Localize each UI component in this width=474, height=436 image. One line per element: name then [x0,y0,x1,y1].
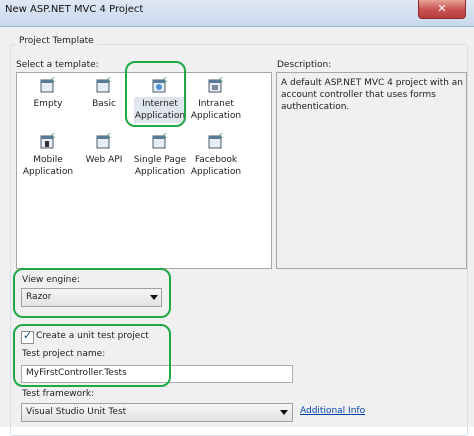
view-engine-highlight [13,268,171,318]
close-button[interactable]: ✕ [418,0,466,19]
test-framework-value: Visual Studio Unit Test [26,407,127,417]
test-framework-label: Test framework: [22,389,95,399]
title-bar: New ASP.NET MVC 4 Project ✕ [0,0,474,27]
template-tile-single-page-application[interactable]: C# Single Page Application [131,131,189,185]
template-tile-mobile-application[interactable]: C# Mobile Application [19,131,77,185]
svg-text:C#: C# [219,133,224,140]
intranet-app-icon: C# [208,77,224,93]
template-label: Web API [85,155,123,165]
template-tile-intranet-application[interactable]: C# Intranet Application [187,75,245,129]
facebook-app-icon: C# [208,133,224,149]
svg-text:C#: C# [163,133,168,140]
group-title: Project Template [16,36,97,46]
template-tile-empty[interactable]: C# Empty [19,75,77,129]
select-template-label: Select a template: [16,60,99,70]
template-label: Empty [33,99,63,109]
template-tile-facebook-application[interactable]: C# Facebook Application [187,131,245,185]
window-title: New ASP.NET MVC 4 Project [5,4,144,15]
template-label: Intranet Application [190,99,242,121]
spa-icon: C# [152,133,168,149]
description-text: A default ASP.NET MVC 4 project with an … [281,78,464,112]
unit-test-highlight [13,324,171,387]
svg-text:C#: C# [51,133,56,140]
basic-project-icon: C# [96,77,112,93]
template-tile-web-api[interactable]: C# Web API [75,131,133,185]
template-label: Single Page Application [133,155,187,177]
chevron-down-icon [280,410,288,415]
svg-text:C#: C# [51,77,56,84]
web-api-icon: C# [96,133,112,149]
internet-application-highlight [125,61,186,127]
additional-info-link[interactable]: Additional Info [300,406,365,416]
description-box: A default ASP.NET MVC 4 project with an … [276,72,467,269]
svg-text:C#: C# [219,77,224,84]
svg-text:C#: C# [107,77,112,84]
template-label: Mobile Application [22,155,74,177]
svg-text:C#: C# [107,133,112,140]
test-framework-dropdown[interactable]: Visual Studio Unit Test [21,403,293,422]
close-icon: ✕ [437,2,447,15]
empty-project-icon: C# [40,77,56,93]
template-label: Facebook Application [190,155,242,177]
description-label: Description: [277,60,332,70]
mobile-app-icon: C# [40,133,56,149]
